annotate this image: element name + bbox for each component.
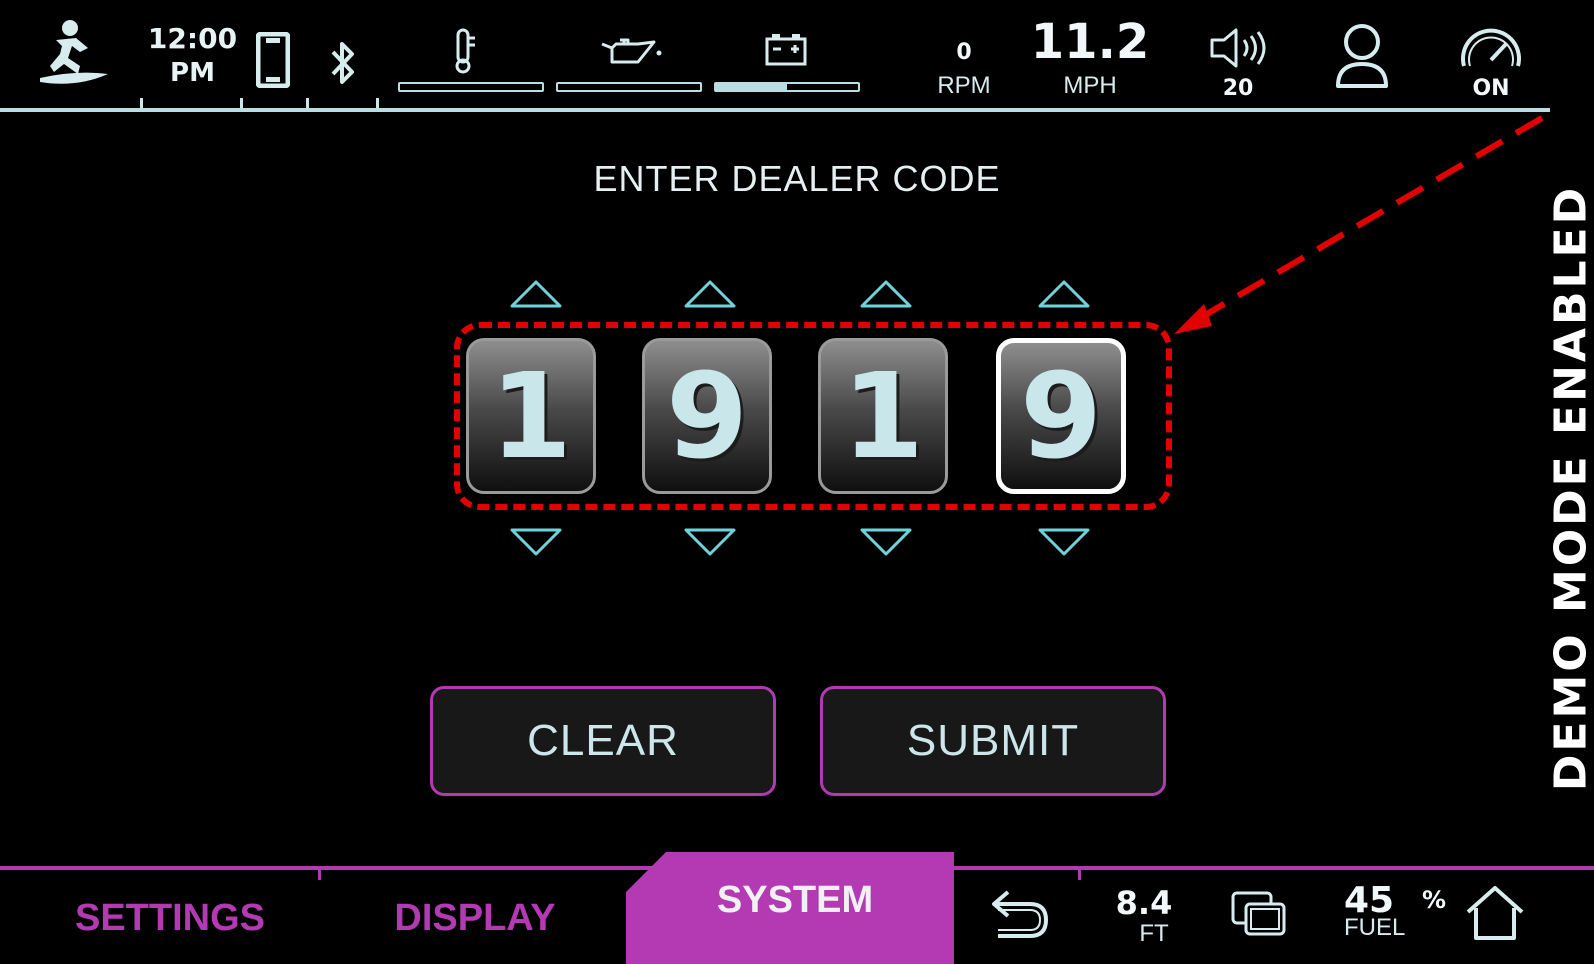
digit-4-down-arrow-icon[interactable] — [1036, 524, 1092, 560]
demo-mode-text: DEMO MODE ENABLED — [1545, 184, 1594, 792]
clock-time: 12:00 — [147, 22, 238, 55]
temperature-gauge — [398, 82, 544, 92]
back-icon[interactable] — [988, 888, 1052, 940]
thermometer-icon — [452, 28, 478, 74]
clock-ampm: PM — [170, 58, 215, 88]
oil-can-icon — [598, 36, 664, 66]
bluetooth-icon[interactable] — [330, 38, 356, 88]
fuel-label: FUEL — [1344, 914, 1406, 941]
status-bar: 12:00 PM 0 RPM 11.2 MPH 20 ON — [0, 0, 1594, 110]
speed-unit: MPH — [1063, 72, 1117, 99]
screens-icon[interactable] — [1230, 890, 1288, 938]
user-icon[interactable] — [1332, 20, 1392, 90]
digit-1-down-arrow-icon[interactable] — [508, 524, 564, 560]
tab-display[interactable]: DISPLAY — [340, 872, 610, 964]
digit-2-down-arrow-icon[interactable] — [682, 524, 738, 560]
digit-3-down-arrow-icon[interactable] — [858, 524, 914, 560]
clear-button[interactable]: CLEAR — [430, 686, 776, 796]
depth-unit: FT — [1139, 920, 1169, 947]
speed-value: 11.2 — [1030, 14, 1150, 70]
digit-2-up-arrow-icon[interactable] — [682, 276, 738, 312]
rpm-label: RPM — [937, 72, 991, 99]
surfer-icon[interactable] — [36, 18, 112, 90]
digit-1-up-arrow-icon[interactable] — [508, 276, 564, 312]
home-icon[interactable] — [1464, 884, 1526, 942]
demo-mode-banner: DEMO MODE ENABLED — [1545, 112, 1594, 864]
battery-icon — [764, 32, 808, 66]
annotation-arrow-icon — [1174, 115, 1544, 334]
speaker-icon[interactable] — [1208, 26, 1274, 70]
depth-value: 8.4 — [1115, 884, 1173, 922]
tab-settings[interactable]: SETTINGS — [40, 872, 300, 964]
oil-gauge — [556, 82, 702, 92]
fuel-percent: % — [1422, 886, 1447, 914]
rpm-value: 0 — [956, 40, 972, 65]
clock: 12:00 PM — [145, 22, 240, 90]
code-highlight-box — [454, 322, 1172, 510]
digit-4-up-arrow-icon[interactable] — [1036, 276, 1092, 312]
tab-system[interactable]: SYSTEM — [640, 852, 950, 948]
cruise-state: ON — [1472, 76, 1510, 101]
submit-button[interactable]: SUBMIT — [820, 686, 1166, 796]
volume-value: 20 — [1222, 76, 1254, 101]
battery-gauge — [714, 82, 860, 92]
digit-3-up-arrow-icon[interactable] — [858, 276, 914, 312]
speedometer-icon[interactable] — [1456, 26, 1526, 72]
phone-icon[interactable] — [256, 32, 290, 88]
